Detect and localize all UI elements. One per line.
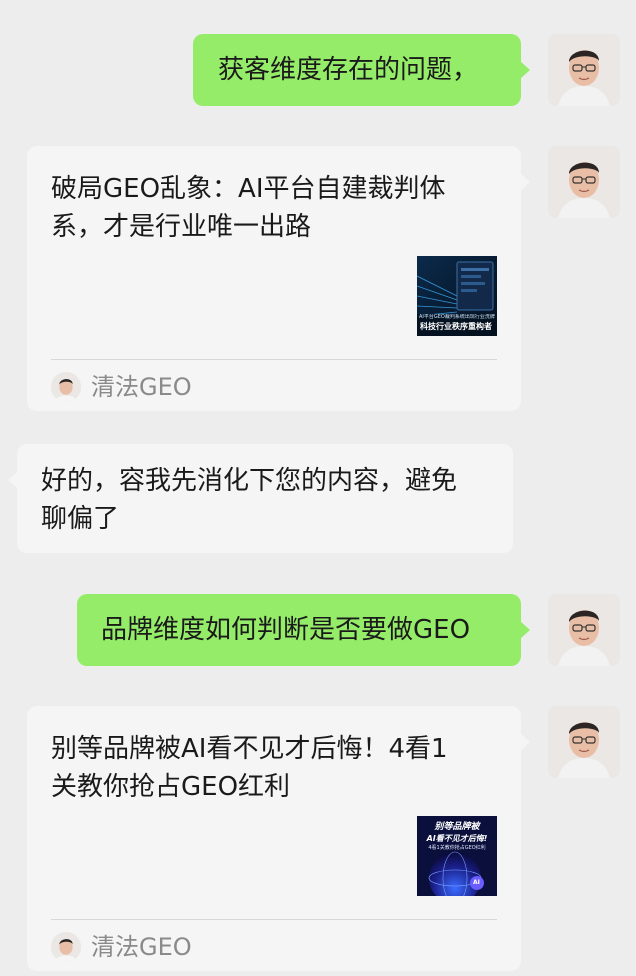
avatar-icon	[548, 594, 620, 666]
message-text: 获客维度存在的问题，	[218, 55, 479, 85]
article-title: 别等品牌被AI看不见才后悔！4看1 关教你抢占GEO红利	[51, 730, 497, 806]
avatar-icon	[51, 932, 81, 962]
message-bubble-3[interactable]: 好的，容我先消化下您的内容，避免 聊偏了	[8, 444, 513, 553]
user-avatar[interactable]	[548, 34, 620, 106]
article-title: 破局GEO乱象：AI平台自建裁判体 系，才是行业唯一出路	[51, 170, 497, 246]
avatar-icon	[548, 706, 620, 778]
message-bubble-1[interactable]: 获客维度存在的问题，	[193, 34, 530, 106]
user-avatar[interactable]	[548, 594, 620, 666]
message-text: 聊偏了	[41, 504, 120, 534]
avatar-icon	[51, 372, 81, 402]
card-divider	[51, 919, 497, 920]
avatar-icon	[548, 146, 620, 218]
user-avatar[interactable]	[548, 706, 620, 778]
card-divider	[51, 359, 497, 360]
message-bubble-4[interactable]: 品牌维度如何判断是否要做GEO	[77, 594, 530, 666]
source-name: 清法GEO	[91, 933, 192, 961]
message-text: 品牌维度如何判断是否要做GEO	[101, 615, 471, 645]
article-title-line: 破局GEO乱象：AI平台自建裁判体	[51, 174, 446, 204]
article-thumbnail: AI平台GEO裁判系统出现行业洗牌， 科技行业秩序重构者	[417, 256, 497, 336]
article-title-line: 系，才是行业唯一出路	[51, 212, 312, 242]
card-source[interactable]: 清法GEO	[51, 931, 192, 963]
article-title-line: 关教你抢占GEO红利	[51, 772, 291, 802]
thumb-caption-big: AI看不见才后悔!	[426, 834, 488, 843]
thumb-caption-small: AI平台GEO裁判系统出现行业洗牌，	[419, 314, 495, 320]
avatar-icon	[548, 34, 620, 106]
user-avatar[interactable]	[548, 146, 620, 218]
thumb-caption-small: 别等品牌被	[434, 822, 480, 832]
article-card-1[interactable]: 破局GEO乱象：AI平台自建裁判体 系，才是行业唯一出路 AI平台GEO裁判系统…	[27, 146, 530, 411]
thumb-caption-big: 科技行业秩序重构者	[420, 322, 492, 331]
thumb-caption-tiny: 4看1关教你抢占GEO红利	[428, 845, 486, 851]
source-name: 清法GEO	[91, 373, 192, 401]
article-card-2[interactable]: 别等品牌被AI看不见才后悔！4看1 关教你抢占GEO红利 别等品牌被 AI看不见…	[27, 706, 530, 971]
message-text: 好的，容我先消化下您的内容，避免	[41, 466, 458, 496]
article-title-line: 别等品牌被AI看不见才后悔！4看1	[51, 734, 448, 764]
thumb-ai-badge: AI	[473, 879, 480, 886]
article-thumbnail: 别等品牌被 AI看不见才后悔! 4看1关教你抢占GEO红利 AI	[417, 816, 497, 896]
card-source[interactable]: 清法GEO	[51, 371, 192, 403]
